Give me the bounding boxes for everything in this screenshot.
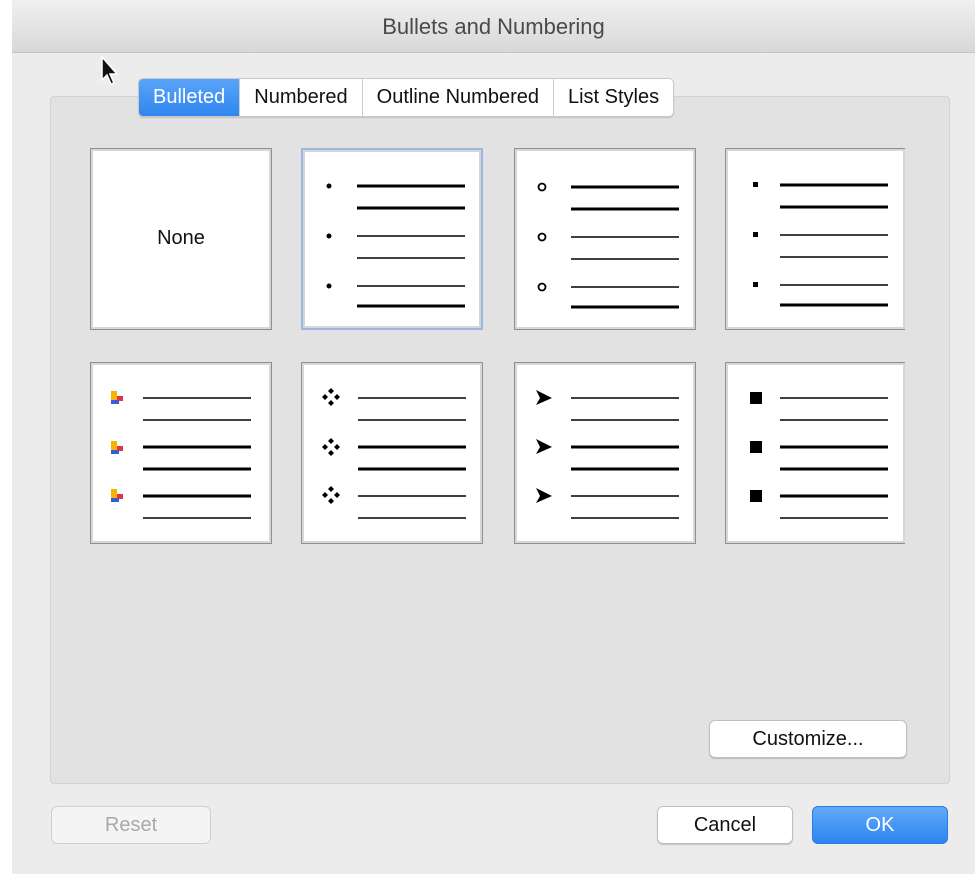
bullet-style-filled-square[interactable] — [725, 362, 905, 544]
reset-button[interactable]: Reset — [51, 806, 211, 844]
title-bar[interactable]: Bullets and Numbering — [12, 0, 975, 53]
customize-button[interactable]: Customize... — [709, 720, 907, 758]
four-diamond-bullet-preview — [322, 388, 466, 519]
tab-list-styles[interactable]: List Styles — [554, 79, 673, 116]
tab-outline-numbered[interactable]: Outline Numbered — [363, 79, 554, 116]
bullet-style-picture-bullet[interactable] — [90, 362, 272, 544]
ok-button[interactable]: OK — [812, 806, 948, 844]
cancel-button[interactable]: Cancel — [657, 806, 793, 844]
bullet-style-small-square[interactable] — [725, 148, 905, 330]
bullet-style-small-dot[interactable] — [301, 148, 483, 330]
bullet-style-hollow-circle[interactable] — [514, 148, 696, 330]
small-dot-bullet-preview — [326, 183, 465, 308]
filled-square-bullet-preview — [750, 392, 888, 519]
tab-bulleted[interactable]: Bulleted — [139, 79, 241, 116]
tab-bar: Bulleted Numbered Outline Numbered List … — [138, 78, 675, 117]
hollow-circle-bullet-preview — [537, 182, 679, 309]
bullet-style-four-diamond[interactable] — [301, 362, 483, 544]
bullet-style-none[interactable]: None — [90, 148, 272, 330]
bullet-style-arrowhead[interactable] — [514, 362, 696, 544]
small-square-bullet-preview — [753, 182, 888, 307]
bullets-and-numbering-dialog: Bullets and Numbering Bulleted Numbered … — [12, 0, 975, 874]
arrowhead-bullet-preview — [536, 390, 679, 519]
picture-bullet-preview — [111, 391, 251, 519]
tab-numbered[interactable]: Numbered — [240, 79, 363, 116]
mouse-pointer-icon — [101, 56, 119, 85]
window-title: Bullets and Numbering — [382, 14, 605, 39]
none-label: None — [157, 227, 205, 249]
